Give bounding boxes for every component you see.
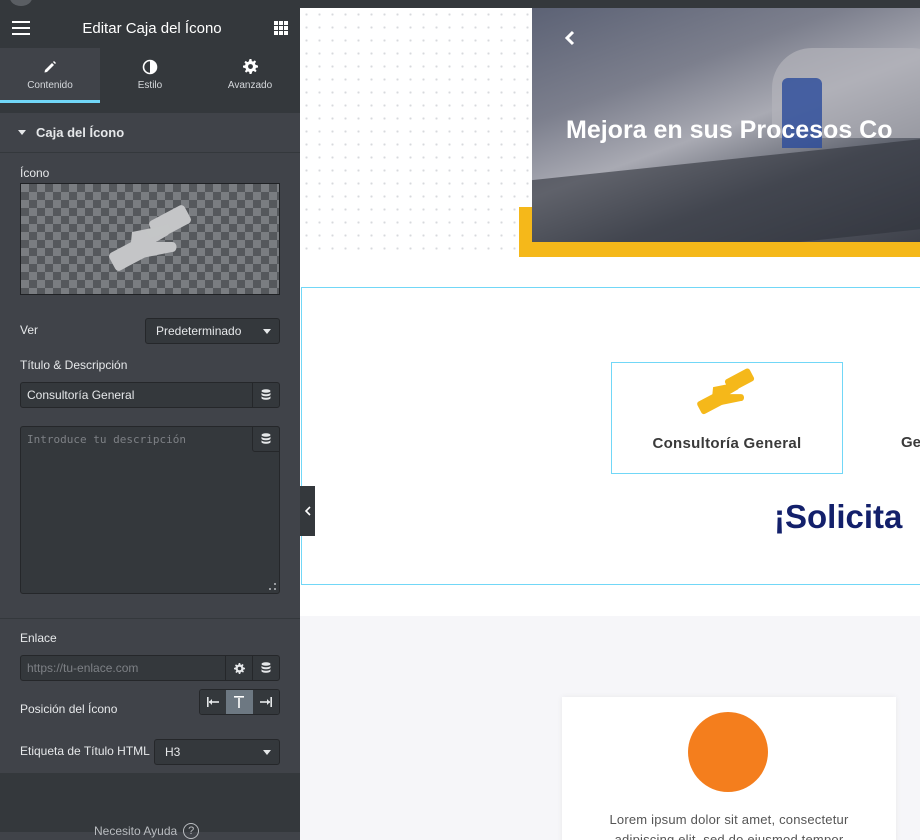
dynamic-tags-button[interactable] — [252, 382, 280, 408]
card-text: Lorem ipsum dolor sit amet, consectetur … — [562, 810, 896, 840]
position-left-button[interactable] — [200, 690, 227, 714]
caret-down-icon — [18, 130, 26, 135]
panel-tabs: Contenido Estilo Avanzado — [0, 48, 300, 103]
feature-card: Lorem ipsum dolor sit amet, consectetur … — [562, 697, 896, 840]
dynamic-tags-button[interactable] — [252, 426, 280, 452]
panel-header: Editar Caja del Ícono — [0, 8, 300, 48]
hero-title: Mejora en sus Procesos Co — [566, 116, 893, 144]
ver-select-value: Predeterminado — [156, 324, 242, 338]
ver-select[interactable]: Predeterminado — [145, 318, 280, 344]
html-tag-value: H3 — [165, 745, 181, 759]
tab-contenido-label: Contenido — [27, 79, 73, 91]
tab-contenido[interactable]: Contenido — [0, 48, 100, 103]
handshake-icon — [697, 368, 755, 415]
tab-estilo-label: Estilo — [137, 79, 163, 91]
chevron-down-icon — [263, 329, 271, 334]
html-tag-label: Etiqueta de Título HTML — [20, 744, 150, 758]
description-placeholder: Introduce tu descripción — [27, 433, 186, 446]
gear-icon — [242, 58, 258, 76]
ver-label: Ver — [20, 323, 39, 337]
divider — [0, 618, 300, 619]
dynamic-tags-button[interactable] — [252, 655, 280, 681]
half-circle-icon — [142, 58, 158, 76]
icon-preview[interactable] — [20, 183, 280, 295]
orange-circle — [688, 712, 768, 792]
gear-icon — [233, 662, 245, 674]
align-top-icon — [234, 696, 245, 708]
position-top-button[interactable] — [226, 690, 253, 714]
preview-canvas: Mejora en sus Procesos Co Consultoría Ge… — [300, 8, 920, 840]
database-icon — [261, 389, 271, 400]
browser-top-strip — [0, 0, 920, 8]
position-right-button[interactable] — [252, 690, 279, 714]
tab-dot — [10, 0, 32, 6]
laptop-shape — [532, 135, 920, 242]
icon-position-choose — [199, 689, 280, 715]
widgets-grid-icon[interactable] — [274, 21, 288, 35]
section-title: Caja del Ícono — [36, 125, 125, 140]
dot-pattern — [300, 8, 532, 258]
card-text-line: Lorem ipsum dolor sit amet, consectetur — [609, 812, 849, 827]
card-text-line: adipiscing elit, sed do eiusmod tempor — [614, 832, 844, 840]
handshake-icon — [109, 205, 191, 271]
title-desc-label: Título & Descripción — [20, 358, 128, 372]
resize-handle[interactable] — [269, 583, 276, 590]
pencil-icon — [43, 58, 57, 76]
title-input-value: Consultoría General — [27, 388, 135, 402]
link-label: Enlace — [20, 631, 57, 645]
icon-position-label: Posición del Ícono — [20, 702, 118, 716]
collapse-panel-button[interactable] — [300, 486, 315, 536]
section-toggle[interactable]: Caja del Ícono — [0, 113, 300, 153]
link-input[interactable]: https://tu-enlace.com — [20, 655, 226, 681]
help-link[interactable]: Necesito Ayuda ? — [94, 823, 200, 839]
panel-title: Editar Caja del Ícono — [82, 19, 222, 37]
chevron-left-icon[interactable] — [564, 30, 576, 46]
question-icon: ? — [183, 823, 200, 839]
align-left-icon — [207, 697, 220, 707]
menu-icon[interactable] — [12, 21, 30, 35]
cta-heading: ¡Solicita — [774, 498, 903, 535]
tabs-gap — [0, 103, 300, 113]
chevron-left-icon — [304, 506, 311, 516]
chevron-down-icon — [263, 750, 271, 755]
next-icon-box-title: Ge — [901, 434, 920, 451]
link-placeholder: https://tu-enlace.com — [27, 661, 139, 675]
link-options-button[interactable] — [225, 655, 253, 681]
icon-label: Ícono — [20, 166, 50, 180]
description-textarea[interactable]: Introduce tu descripción — [20, 426, 280, 594]
tab-estilo[interactable]: Estilo — [100, 48, 200, 103]
database-icon — [261, 433, 271, 444]
tab-avanzado[interactable]: Avanzado — [200, 48, 300, 103]
panel-footer: Necesito Ayuda ? — [0, 773, 300, 839]
align-right-icon — [259, 697, 272, 707]
database-icon — [261, 662, 271, 673]
html-tag-select[interactable]: H3 — [154, 739, 280, 765]
help-text: Necesito Ayuda — [94, 824, 178, 838]
tab-avanzado-label: Avanzado — [227, 79, 273, 91]
icon-box-title: Consultoría General — [652, 435, 802, 452]
title-input[interactable]: Consultoría General — [20, 382, 253, 408]
icon-box-widget[interactable]: Consultoría General — [611, 362, 843, 474]
